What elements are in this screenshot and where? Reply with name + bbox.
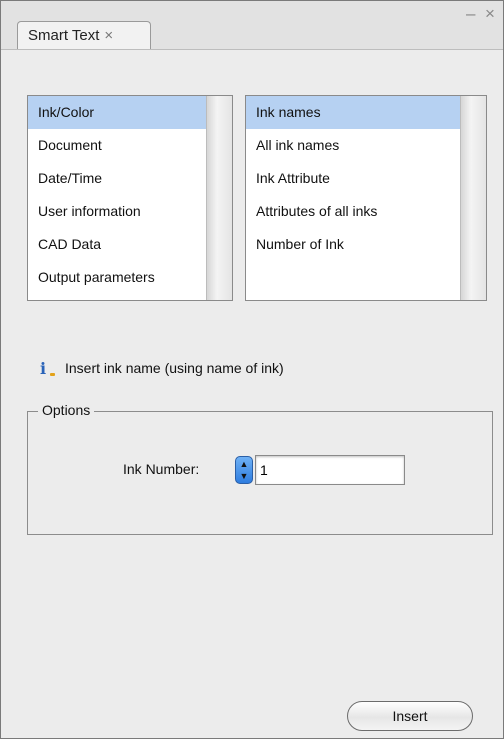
category-list-scrollbar[interactable] xyxy=(206,96,232,300)
category-list-item[interactable]: Ink/Color xyxy=(28,96,206,129)
category-list-item[interactable]: User information xyxy=(28,195,206,228)
category-list[interactable]: Ink/Color Document Date/Time User informati… xyxy=(27,95,233,301)
tab-smart-text[interactable]: Smart Text × xyxy=(17,21,151,49)
category-list-items: Ink/Color Document Date/Time User informati… xyxy=(28,96,206,294)
field-list-item[interactable]: All ink names xyxy=(246,129,460,162)
ink-number-input[interactable] xyxy=(255,455,405,485)
category-list-item[interactable]: CAD Data xyxy=(28,228,206,261)
smart-text-panel: Smart Text × – × Ink/Color Document Date/T… xyxy=(0,0,504,739)
stepper-down-icon[interactable]: ▼ xyxy=(236,470,252,482)
minimize-icon[interactable]: – xyxy=(466,5,475,22)
stepper-up-icon[interactable]: ▲ xyxy=(236,458,252,470)
category-list-item[interactable]: Date/Time xyxy=(28,162,206,195)
panel-titlebar: Smart Text × – × xyxy=(1,1,503,50)
close-icon[interactable]: × xyxy=(485,5,495,22)
field-list-item[interactable]: Ink names xyxy=(246,96,460,129)
category-list-item[interactable]: Output parameters xyxy=(28,261,206,294)
ink-number-label: Ink Number: xyxy=(123,461,200,477)
options-legend: Options xyxy=(38,402,95,418)
field-list-items: Ink names All ink names Ink Attribute Attri… xyxy=(246,96,460,261)
insert-button[interactable]: Insert xyxy=(347,701,473,731)
ink-number-stepper[interactable]: ▲ ▼ xyxy=(235,456,253,484)
field-list[interactable]: Ink names All ink names Ink Attribute Attri… xyxy=(245,95,487,301)
tab-label: Smart Text xyxy=(28,27,100,44)
field-list-scrollbar[interactable] xyxy=(460,96,486,300)
category-list-item[interactable]: Document xyxy=(28,129,206,162)
field-list-item[interactable]: Number of Ink xyxy=(246,228,460,261)
info-text: Insert ink name (using name of ink) xyxy=(65,360,284,376)
tab-close-icon[interactable]: × xyxy=(104,27,113,44)
info-icon: i xyxy=(33,358,55,378)
field-list-item[interactable]: Attributes of all inks xyxy=(246,195,460,228)
field-list-item[interactable]: Ink Attribute xyxy=(246,162,460,195)
info-row: i Insert ink name (using name of ink) xyxy=(33,357,284,379)
